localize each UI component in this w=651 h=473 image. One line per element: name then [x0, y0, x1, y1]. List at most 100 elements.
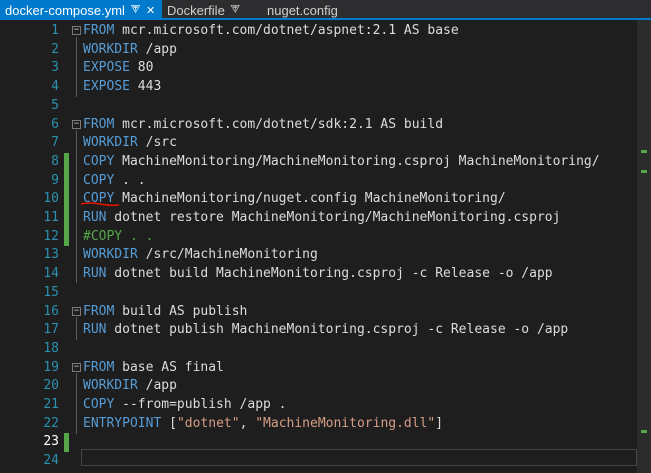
instruction-args: dotnet publish MachineMonitoring.csproj …: [106, 322, 569, 338]
instruction-args: MachineMonitoring/MachineMonitoring.cspr…: [114, 153, 600, 169]
code-text: RUN dotnet build MachineMonitoring.cspro…: [83, 265, 553, 284]
instruction-args: --from=publish /app .: [114, 397, 287, 412]
code-line[interactable]: 13 WORKDIR /src/MachineMonitoring: [0, 246, 651, 265]
change-marker: [641, 150, 647, 153]
line-number: 23: [43, 434, 59, 450]
code-line[interactable]: 24: [0, 452, 651, 471]
tab-nuget-config[interactable]: nuget.config: [262, 0, 352, 20]
fold-toggle-icon[interactable]: −: [72, 26, 81, 35]
code-line[interactable]: 16 − FROM build AS publish: [0, 303, 651, 322]
line-number: 17: [43, 322, 59, 338]
pin-icon[interactable]: ⮗: [130, 1, 141, 20]
change-marker: [64, 227, 69, 247]
close-icon[interactable]: ✕: [146, 4, 155, 17]
code-line[interactable]: 11 RUN dotnet restore MachineMonitoring/M…: [0, 209, 651, 228]
line-number: 13: [43, 247, 59, 263]
instruction-keyword: WORKDIR: [83, 378, 138, 394]
code-line[interactable]: 17 RUN dotnet publish MachineMonitoring.c…: [0, 321, 651, 340]
code-text: FROM mcr.microsoft.com/dotnet/aspnet:2.1…: [83, 22, 459, 41]
code-text: ENTRYPOINT ["dotnet", "MachineMonitoring…: [83, 415, 443, 434]
code-text: FROM mcr.microsoft.com/dotnet/sdk:2.1 AS…: [83, 116, 443, 135]
line-number: 14: [43, 266, 59, 282]
code-line[interactable]: 19 − FROM base AS final: [0, 359, 651, 378]
line-number: 12: [43, 228, 59, 244]
change-marker: [641, 170, 647, 173]
code-line[interactable]: 22 ENTRYPOINT ["dotnet", "MachineMonitori…: [0, 415, 651, 434]
instruction-args: mcr.microsoft.com/dotnet/sdk:2.1 AS buil…: [114, 116, 444, 132]
code-line[interactable]: 3 EXPOSE 80: [0, 59, 651, 78]
instruction-keyword: FROM: [83, 116, 115, 132]
tab-docker-compose[interactable]: docker-compose.yml ⮗ ✕: [0, 0, 162, 20]
instruction-args: /app: [137, 378, 177, 394]
code-line[interactable]: 20 WORKDIR /app: [0, 377, 651, 396]
code-line[interactable]: 15: [0, 284, 651, 303]
instruction-keyword: RUN: [83, 210, 107, 225]
code-text: RUN dotnet publish MachineMonitoring.csp…: [83, 321, 568, 340]
line-number: 11: [43, 210, 59, 225]
code-text: EXPOSE 443: [83, 78, 161, 97]
instruction-args: 80: [129, 60, 154, 76]
change-marker: [64, 433, 69, 453]
code-text: EXPOSE 80: [83, 59, 153, 78]
tab-label: docker-compose.yml: [5, 2, 125, 18]
code-line[interactable]: 5: [0, 97, 651, 116]
instruction-args: dotnet build MachineMonitoring.csproj -c…: [106, 266, 553, 282]
pin-icon[interactable]: ⮗: [230, 1, 241, 20]
instruction-keyword: WORKDIR: [83, 41, 138, 57]
code-line[interactable]: 10 COPY MachineMonitoring/nuget.config Ma…: [0, 190, 651, 209]
code-line[interactable]: 23: [0, 433, 651, 453]
code-line[interactable]: 8 COPY MachineMonitoring/MachineMonitorin…: [0, 152, 651, 172]
instruction-keyword: WORKDIR: [83, 247, 138, 263]
code-line[interactable]: 18: [0, 340, 651, 359]
instruction-keyword: COPY: [83, 172, 115, 188]
instruction-keyword: COPY: [83, 153, 115, 169]
line-number: 7: [51, 135, 59, 151]
change-marker: [64, 190, 69, 209]
tab-label: Dockerfile: [167, 2, 225, 18]
code-line[interactable]: 4 EXPOSE 443: [0, 78, 651, 97]
instruction-args: /src/MachineMonitoring: [137, 247, 318, 263]
line-number: 24: [43, 453, 59, 469]
instruction-keyword: FROM: [83, 359, 115, 375]
line-number: 18: [43, 340, 59, 356]
tab-dockerfile[interactable]: Dockerfile ⮗: [162, 0, 262, 20]
fold-toggle-icon[interactable]: −: [72, 119, 81, 129]
change-marker: [641, 430, 647, 433]
instruction-keyword: ENTRYPOINT: [83, 415, 162, 431]
instruction-keyword: EXPOSE: [83, 60, 130, 76]
line-number: 6: [51, 116, 59, 132]
code-line[interactable]: 7 WORKDIR /src: [0, 134, 651, 153]
fold-toggle-icon[interactable]: −: [72, 306, 81, 316]
instruction-keyword: RUN: [83, 266, 107, 282]
code-editor[interactable]: 1− FROM mcr.microsoft.com/dotnet/aspnet:2…: [0, 20, 651, 473]
vertical-scrollbar[interactable]: [637, 20, 651, 473]
code-text: RUN dotnet restore MachineMonitoring/Mac…: [83, 209, 560, 228]
code-text: #COPY . .: [83, 228, 153, 247]
line-number: 9: [51, 172, 59, 188]
code-line[interactable]: 12 #COPY . .: [0, 227, 651, 247]
tab-bar: docker-compose.yml ⮗ ✕ Dockerfile ⮗ nuge…: [0, 0, 651, 20]
code-line[interactable]: 9 COPY . .: [0, 171, 651, 191]
line-number: 21: [43, 397, 59, 412]
tab-label: nuget.config: [267, 2, 338, 18]
code-line[interactable]: 14 RUN dotnet build MachineMonitoring.csp…: [0, 265, 651, 284]
line-number: 2: [51, 41, 59, 57]
code-line[interactable]: 2 WORKDIR /app: [0, 41, 651, 60]
code-line[interactable]: 6 − FROM mcr.microsoft.com/dotnet/sdk:2.1 …: [0, 116, 651, 135]
code-text: COPY MachineMonitoring/nuget.config Mach…: [83, 190, 506, 209]
instruction-args: build AS publish: [114, 303, 248, 319]
code-text: FROM base AS final: [83, 359, 224, 378]
instruction-args: dotnet restore MachineMonitoring/Machine…: [106, 210, 561, 225]
change-marker: [64, 209, 69, 228]
instruction-keyword: FROM: [83, 303, 115, 319]
instruction-args: /src: [137, 135, 177, 151]
instruction-keyword: EXPOSE: [83, 79, 130, 95]
code-line[interactable]: 1 − FROM mcr.microsoft.com/dotnet/aspnet:2…: [0, 22, 651, 41]
instruction-keyword: WORKDIR: [83, 135, 138, 151]
change-marker: [64, 171, 69, 191]
code-line[interactable]: 21 COPY --from=publish /app .: [0, 396, 651, 415]
fold-toggle-icon[interactable]: −: [72, 362, 81, 372]
code-text: COPY --from=publish /app .: [83, 396, 287, 415]
instruction-args: MachineMonitoring/nuget.config MachineMo…: [114, 191, 506, 207]
punctuation: ]: [435, 415, 444, 431]
